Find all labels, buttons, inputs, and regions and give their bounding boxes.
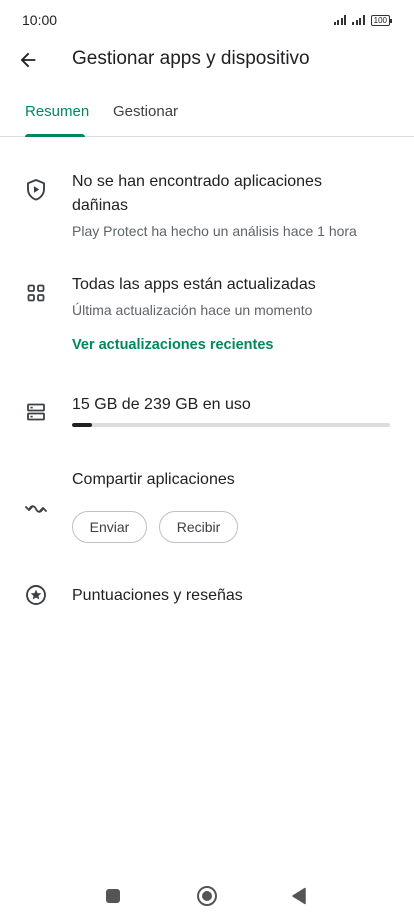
battery-icon: 100 <box>370 14 393 26</box>
back-nav-button[interactable] <box>287 884 311 908</box>
storage-progress-fill <box>72 423 93 427</box>
system-nav-bar <box>0 872 414 920</box>
status-time: 10:00 <box>22 12 58 28</box>
tab-resumen[interactable]: Resumen <box>25 103 89 120</box>
circle-icon <box>197 886 217 906</box>
home-button[interactable] <box>195 884 219 908</box>
signal-icon-2 <box>352 15 365 25</box>
square-icon <box>106 889 120 903</box>
protect-subtitle: Play Protect ha hecho un análisis hace 1… <box>72 223 357 239</box>
storage-icon <box>24 400 48 424</box>
ratings-title: Puntuaciones y reseñas <box>72 587 243 604</box>
status-bar: 10:00 100 <box>0 0 414 40</box>
updates-title: Todas las apps están actualizadas <box>72 276 316 293</box>
back-button[interactable] <box>14 46 42 74</box>
status-icons: 100 <box>333 14 393 26</box>
apps-grid-icon <box>24 281 48 305</box>
screen: 10:00 100 Gestionar apps y dispositivo R… <box>0 0 414 920</box>
receive-button[interactable]: Recibir <box>159 511 238 543</box>
tab-gestionar[interactable]: Gestionar <box>113 103 178 120</box>
page-title: Gestionar apps y dispositivo <box>72 48 310 69</box>
star-circle-icon <box>24 583 48 607</box>
updates-subtitle: Última actualización hace un momento <box>72 302 313 318</box>
share-title: Compartir aplicaciones <box>72 471 235 488</box>
storage-label: 15 GB de 239 GB en uso <box>72 396 251 413</box>
share-nearby-icon <box>24 497 48 521</box>
signal-icon <box>333 15 347 25</box>
active-tab-indicator <box>25 134 85 137</box>
protect-title: No se han encontrado aplicaciones dañina… <box>72 173 322 214</box>
arrow-back-icon <box>20 52 36 68</box>
storage-progress-bar <box>72 423 390 427</box>
triangle-back-icon <box>292 887 306 905</box>
play-protect-shield-icon <box>24 178 48 202</box>
tab-bar: Resumen Gestionar <box>0 92 414 137</box>
recent-updates-link[interactable]: Ver actualizaciones recientes <box>72 337 274 353</box>
recents-button[interactable] <box>101 884 125 908</box>
send-button[interactable]: Enviar <box>72 511 147 543</box>
app-bar: Gestionar apps y dispositivo <box>0 40 414 80</box>
